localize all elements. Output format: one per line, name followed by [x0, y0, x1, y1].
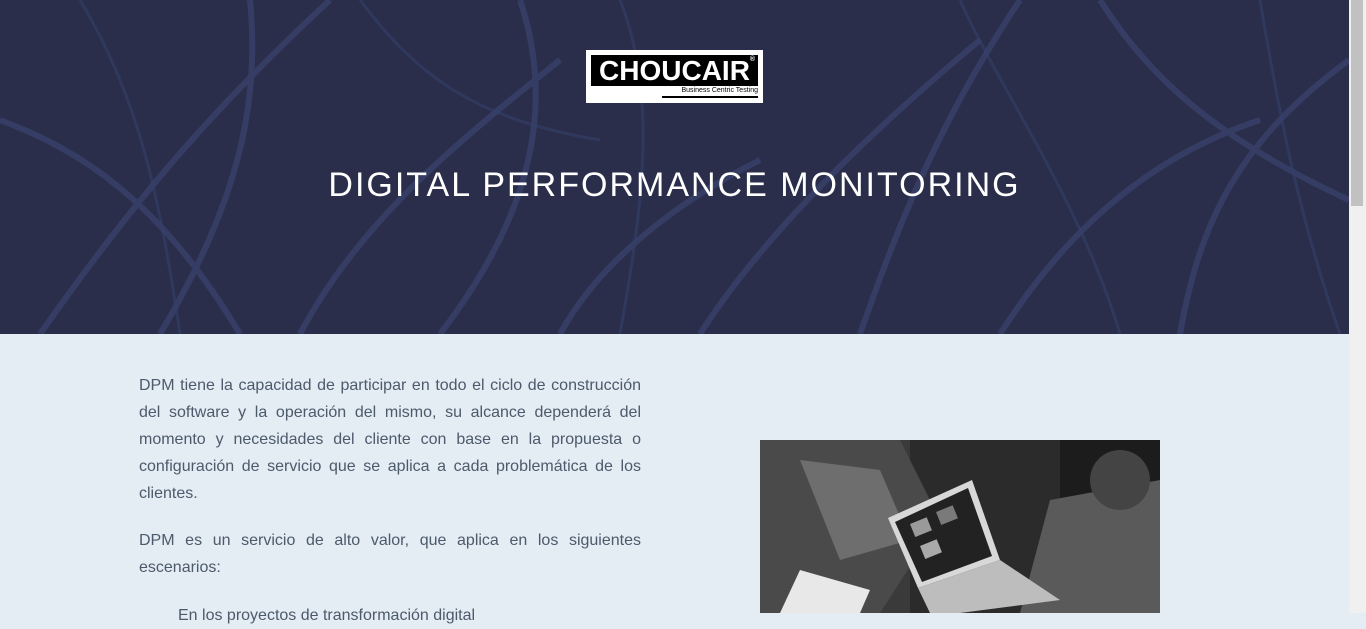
page-title: DIGITAL PERFORMANCE MONITORING: [328, 166, 1021, 204]
scrollbar-thumb[interactable]: [1351, 0, 1363, 206]
logo-registered-mark: ®: [749, 56, 755, 63]
choucair-logo[interactable]: CHOUCAIR ® Business Centric Testing: [586, 50, 763, 103]
main-content: DPM tiene la capacidad de participar en …: [0, 334, 1349, 624]
photo-illustration: [760, 440, 1160, 613]
logo-text: CHOUCAIR: [599, 55, 750, 86]
logo-wordmark: CHOUCAIR ®: [591, 55, 758, 86]
logo-underline: [662, 96, 758, 98]
team-laptop-photo: [760, 440, 1160, 613]
list-item: En los proyectos de transformación digit…: [178, 607, 476, 624]
hero-banner: CHOUCAIR ® Business Centric Testing DIGI…: [0, 0, 1349, 334]
scenario-list: En los proyectos de transformación digit…: [178, 602, 475, 629]
intro-paragraph: DPM tiene la capacidad de participar en …: [139, 377, 641, 502]
logo-tagline: Business Centric Testing: [681, 87, 758, 94]
scenarios-paragraph: DPM es un servicio de alto valor, que ap…: [139, 532, 641, 576]
